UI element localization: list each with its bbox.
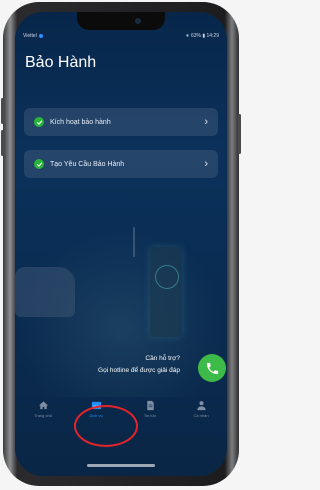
tab-label: Tin tức	[143, 413, 157, 418]
highlight-circle-annotation	[74, 405, 138, 447]
news-icon	[146, 400, 154, 411]
menu-item-label: Tạo Yêu Cầu Bảo Hành	[50, 160, 125, 168]
tab-home[interactable]: Trang chủ	[23, 392, 63, 428]
volume-down-button	[1, 130, 4, 156]
status-bar: Viettel ∗ 63% ▮ 14:29	[15, 32, 227, 42]
help-hotline-text: Gọi hotline để được giải đáp	[98, 367, 180, 374]
help-question: Cần hỗ trợ?	[145, 355, 180, 362]
status-carrier: Viettel	[23, 33, 43, 39]
phone-icon	[206, 362, 218, 374]
power-button	[238, 114, 241, 154]
water-purifier-shape	[150, 247, 182, 337]
tab-label: Trang chủ	[34, 413, 52, 418]
menu-item-label: Kích hoạt bảo hành	[50, 118, 111, 126]
check-circle-icon	[34, 159, 44, 169]
tab-profile[interactable]: Cá nhân	[181, 392, 221, 428]
purifier-glow	[155, 265, 179, 289]
volume-up-button	[1, 98, 4, 124]
phone-frame: Viettel ∗ 63% ▮ 14:29 Bảo Hành Kích hoạt…	[1, 2, 241, 486]
home-icon	[38, 401, 48, 410]
check-circle-icon	[34, 117, 44, 127]
app-screen: Viettel ∗ 63% ▮ 14:29 Bảo Hành Kích hoạt…	[15, 12, 227, 476]
chevron-right-icon: ›	[204, 116, 208, 128]
page-title: Bảo Hành	[25, 54, 97, 71]
location-dot-icon	[38, 34, 43, 38]
status-right: ∗ 63% ▮ 14:29	[185, 33, 219, 39]
lamp-shape	[133, 227, 135, 257]
menu-item-create-warranty-request[interactable]: Tạo Yêu Cầu Bảo Hành ›	[24, 150, 218, 178]
call-hotline-button[interactable]	[198, 354, 226, 382]
tab-label: Cá nhân	[193, 413, 209, 418]
person-icon	[196, 401, 206, 411]
carrier-label: Viettel	[23, 33, 37, 39]
chevron-right-icon: ›	[204, 158, 208, 170]
sofa-shape	[15, 267, 75, 317]
menu-item-activate-warranty[interactable]: Kích hoạt bảo hành ›	[24, 108, 218, 136]
home-indicator[interactable]	[87, 464, 155, 467]
notch	[77, 12, 165, 30]
front-camera	[135, 18, 141, 24]
